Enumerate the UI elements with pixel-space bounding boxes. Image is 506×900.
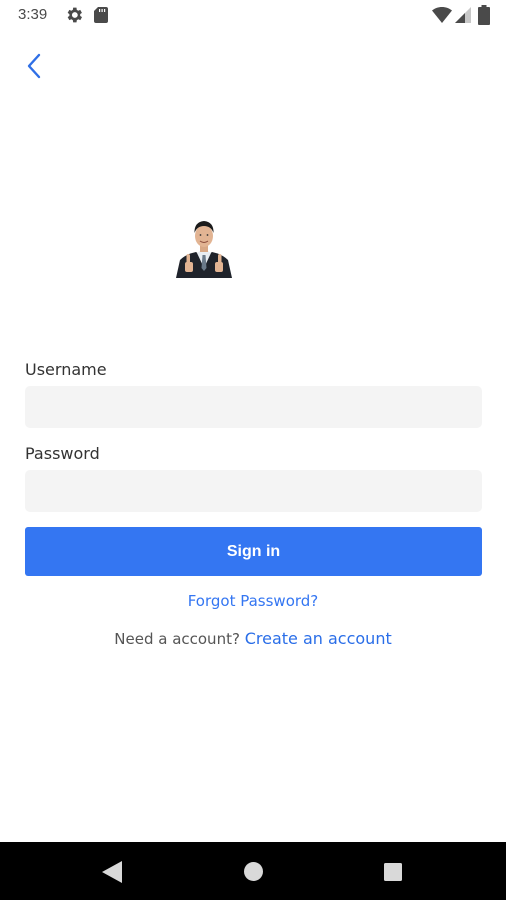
- forgot-password-link[interactable]: Forgot Password?: [0, 592, 506, 610]
- username-input[interactable]: [25, 386, 482, 428]
- login-screen: 3:39 Username Password Sign in Forgot Pa…: [0, 0, 506, 900]
- signup-row: Need a account? Create an account: [0, 629, 506, 648]
- password-label: Password: [25, 444, 100, 463]
- sign-in-button[interactable]: Sign in: [25, 527, 482, 576]
- sd-card-icon: [94, 7, 108, 23]
- password-input[interactable]: [25, 470, 482, 512]
- create-account-link[interactable]: Create an account: [245, 629, 392, 648]
- status-time: 3:39: [18, 6, 48, 23]
- navigation-bar: [0, 842, 506, 900]
- gear-icon: [67, 7, 82, 23]
- avatar-image: [176, 221, 232, 278]
- signup-prompt: Need a account?: [114, 630, 240, 648]
- nav-home-icon[interactable]: [244, 862, 263, 881]
- nav-recents-icon[interactable]: [384, 863, 402, 881]
- wifi-icon: [432, 7, 452, 23]
- chevron-left-icon: [27, 53, 41, 79]
- status-bar: 3:39: [0, 0, 506, 32]
- signal-icon: [455, 7, 471, 23]
- username-label: Username: [25, 360, 107, 379]
- battery-icon: [478, 5, 490, 25]
- back-button[interactable]: [20, 48, 52, 84]
- nav-back-icon[interactable]: [102, 861, 122, 883]
